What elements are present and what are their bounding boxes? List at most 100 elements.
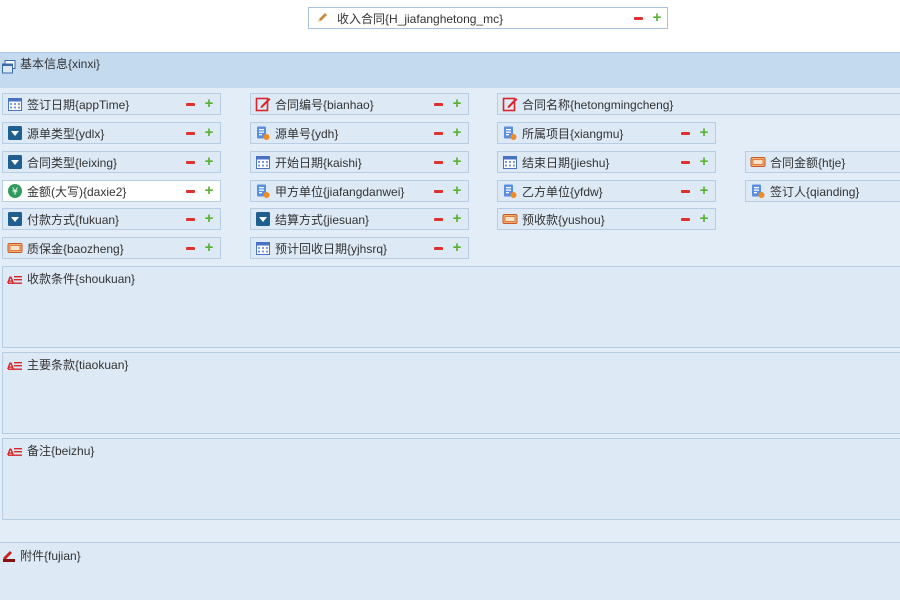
textarea-label: 收款条件{shoukuan} xyxy=(27,272,136,286)
remove-button[interactable] xyxy=(678,184,692,198)
edit-icon xyxy=(255,96,271,112)
field-daxie2[interactable]: 金额(大写){daxie2} + xyxy=(2,180,221,202)
add-button[interactable]: + xyxy=(202,211,216,226)
field-label: 付款方式{fukuan} xyxy=(27,212,120,227)
field-jiesuan[interactable]: 结算方式{jiesuan} + xyxy=(250,208,469,230)
field-ydlx[interactable]: 源单类型{ydlx} + xyxy=(2,122,221,144)
field-ydh[interactable]: 源单号{ydh} + xyxy=(250,122,469,144)
textarea-shoukuan[interactable]: 收款条件{shoukuan} xyxy=(2,266,900,348)
field-yushou[interactable]: 预收款{yushou} + xyxy=(497,208,716,230)
remove-button[interactable] xyxy=(183,241,197,255)
remove-button[interactable] xyxy=(431,155,445,169)
calendar-icon xyxy=(255,240,271,256)
field-yjhsrq[interactable]: 预计回收日期{yjhsrq} + xyxy=(250,237,469,259)
field-jiafangdanwei[interactable]: 甲方单位{jiafangdanwei} + xyxy=(250,180,469,202)
money-icon xyxy=(502,211,518,227)
text-icon xyxy=(7,358,23,377)
dropdown-icon xyxy=(7,154,23,170)
title-field-label: 收入合同{H_jiafanghetong_mc} xyxy=(337,11,504,26)
section-title: 基本信息{xinxi} xyxy=(20,57,101,71)
field-xiangmu[interactable]: 所属项目{xiangmu} + xyxy=(497,122,716,144)
calendar-icon xyxy=(7,96,23,112)
field-label: 合同类型{leixing} xyxy=(27,155,118,170)
field-label: 签订日期{appTime} xyxy=(27,97,130,112)
add-button[interactable]: + xyxy=(697,125,711,140)
field-baozheng[interactable]: 质保金{baozheng} + xyxy=(2,237,221,259)
add-button[interactable]: + xyxy=(450,125,464,140)
field-label: 质保金{baozheng} xyxy=(27,241,124,256)
remove-button[interactable] xyxy=(183,184,197,198)
field-label: 甲方单位{jiafangdanwei} xyxy=(275,184,405,199)
textarea-label: 备注{beizhu} xyxy=(27,444,95,458)
add-button[interactable]: + xyxy=(202,154,216,169)
add-button[interactable]: + xyxy=(650,10,664,25)
field-jieshu[interactable]: 结束日期{jieshu} + xyxy=(497,151,716,173)
document-icon xyxy=(255,183,271,199)
document-icon xyxy=(502,183,518,199)
pencil-icon xyxy=(315,11,329,25)
remove-button[interactable] xyxy=(678,155,692,169)
add-button[interactable]: + xyxy=(697,211,711,226)
field-label: 合同名称{hetongmingcheng} xyxy=(522,97,674,112)
remove-button[interactable] xyxy=(631,11,645,25)
field-htje[interactable]: 合同金额{htje} xyxy=(745,151,900,173)
add-button[interactable]: + xyxy=(697,154,711,169)
field-label: 签订人{qianding} xyxy=(770,184,860,199)
top-bar: 收入合同{H_jiafanghetong_mc} + xyxy=(0,0,900,52)
document-icon xyxy=(750,183,766,199)
field-hetongmingcheng[interactable]: 合同名称{hetongmingcheng} xyxy=(497,93,900,115)
add-button[interactable]: + xyxy=(202,96,216,111)
textarea-label: 主要条款{tiaokuan} xyxy=(27,358,129,372)
calendar-icon xyxy=(255,154,271,170)
add-button[interactable]: + xyxy=(450,96,464,111)
remove-button[interactable] xyxy=(431,97,445,111)
field-yfdw[interactable]: 乙方单位{yfdw} + xyxy=(497,180,716,202)
remove-button[interactable] xyxy=(183,126,197,140)
field-label: 开始日期{kaishi} xyxy=(275,155,362,170)
field-label: 乙方单位{yfdw} xyxy=(522,184,603,199)
add-button[interactable]: + xyxy=(202,240,216,255)
calendar-icon xyxy=(502,154,518,170)
remove-button[interactable] xyxy=(183,155,197,169)
add-button[interactable]: + xyxy=(450,154,464,169)
add-button[interactable]: + xyxy=(450,183,464,198)
field-fukuan[interactable]: 付款方式{fukuan} + xyxy=(2,208,221,230)
field-label: 结算方式{jiesuan} xyxy=(275,212,370,227)
add-button[interactable]: + xyxy=(450,211,464,226)
field-kaishi[interactable]: 开始日期{kaishi} + xyxy=(250,151,469,173)
field-label: 预计回收日期{yjhsrq} xyxy=(275,241,388,256)
remove-button[interactable] xyxy=(431,126,445,140)
remove-button[interactable] xyxy=(183,212,197,226)
attachment-section[interactable]: 附件{fujian} xyxy=(0,542,900,600)
text-icon xyxy=(7,272,23,291)
field-label: 源单号{ydh} xyxy=(275,126,339,141)
remove-button[interactable] xyxy=(431,184,445,198)
remove-button[interactable] xyxy=(183,97,197,111)
field-qianding[interactable]: 签订人{qianding} xyxy=(745,180,900,202)
document-icon xyxy=(255,125,271,141)
field-label: 预收款{yushou} xyxy=(522,212,605,227)
field-apptime[interactable]: 签订日期{appTime} + xyxy=(2,93,221,115)
add-button[interactable]: + xyxy=(202,125,216,140)
dropdown-icon xyxy=(7,125,23,141)
remove-button[interactable] xyxy=(678,212,692,226)
title-field[interactable]: 收入合同{H_jiafanghetong_mc} + xyxy=(308,7,668,29)
dropdown-icon xyxy=(255,211,271,227)
field-label: 源单类型{ydlx} xyxy=(27,126,105,141)
textarea-beizhu[interactable]: 备注{beizhu} xyxy=(2,438,900,520)
add-button[interactable]: + xyxy=(450,240,464,255)
remove-button[interactable] xyxy=(431,241,445,255)
field-leixing[interactable]: 合同类型{leixing} + xyxy=(2,151,221,173)
add-button[interactable]: + xyxy=(697,183,711,198)
window-icon xyxy=(1,59,17,78)
attachment-icon xyxy=(2,549,16,566)
textarea-tiaokuan[interactable]: 主要条款{tiaokuan} xyxy=(2,352,900,434)
field-label: 结束日期{jieshu} xyxy=(522,155,610,170)
dropdown-icon xyxy=(7,211,23,227)
field-label: 合同编号{bianhao} xyxy=(275,97,374,112)
money-icon xyxy=(7,240,23,256)
remove-button[interactable] xyxy=(678,126,692,140)
add-button[interactable]: + xyxy=(202,183,216,198)
remove-button[interactable] xyxy=(431,212,445,226)
field-bianhao[interactable]: 合同编号{bianhao} + xyxy=(250,93,469,115)
